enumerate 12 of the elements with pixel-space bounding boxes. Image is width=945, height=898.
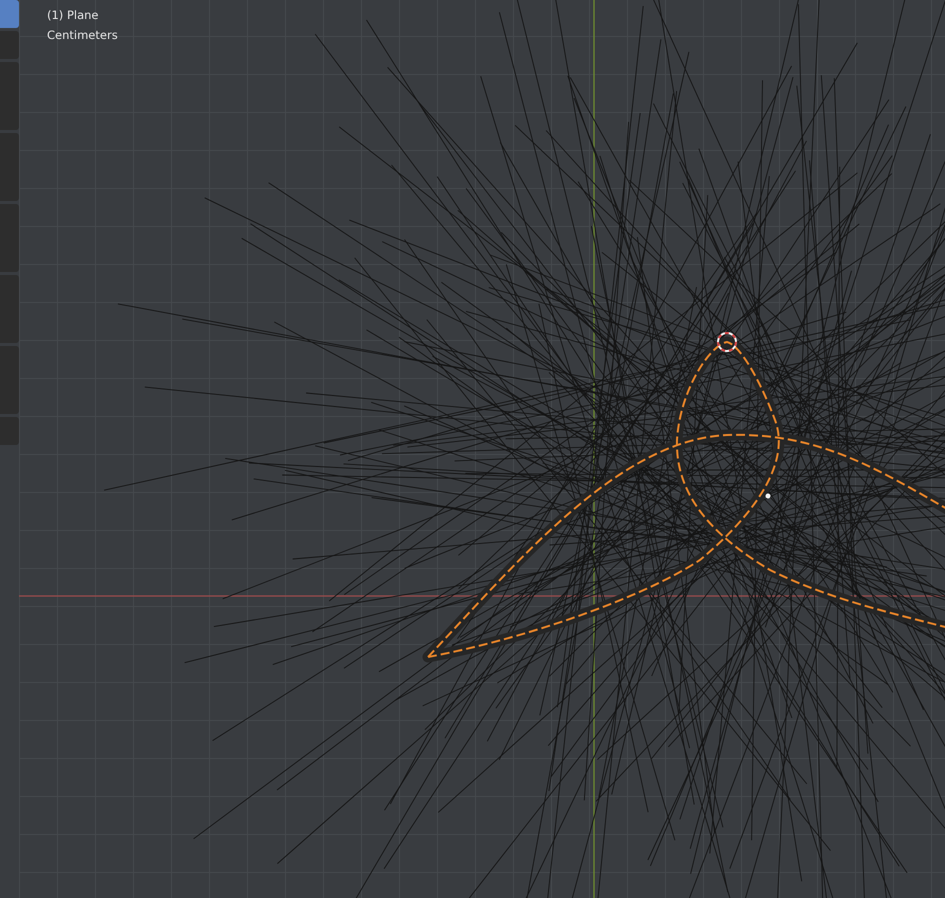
toolbar-tab[interactable]: [0, 417, 19, 445]
toolbar-tab[interactable]: [0, 204, 19, 272]
object-label: (1) Plane: [47, 8, 100, 23]
cursor-icon: [717, 332, 737, 352]
toolbar-tab[interactable]: [0, 133, 19, 201]
toolbar-tab[interactable]: [0, 62, 19, 130]
toolbar-tab[interactable]: [0, 31, 19, 59]
toolbar-tab[interactable]: [0, 0, 19, 28]
units-label: Centimeters: [47, 28, 118, 43]
vertex-point: [766, 494, 770, 498]
toolbar-tab[interactable]: [0, 275, 19, 343]
toolbar-tab[interactable]: [0, 346, 19, 414]
